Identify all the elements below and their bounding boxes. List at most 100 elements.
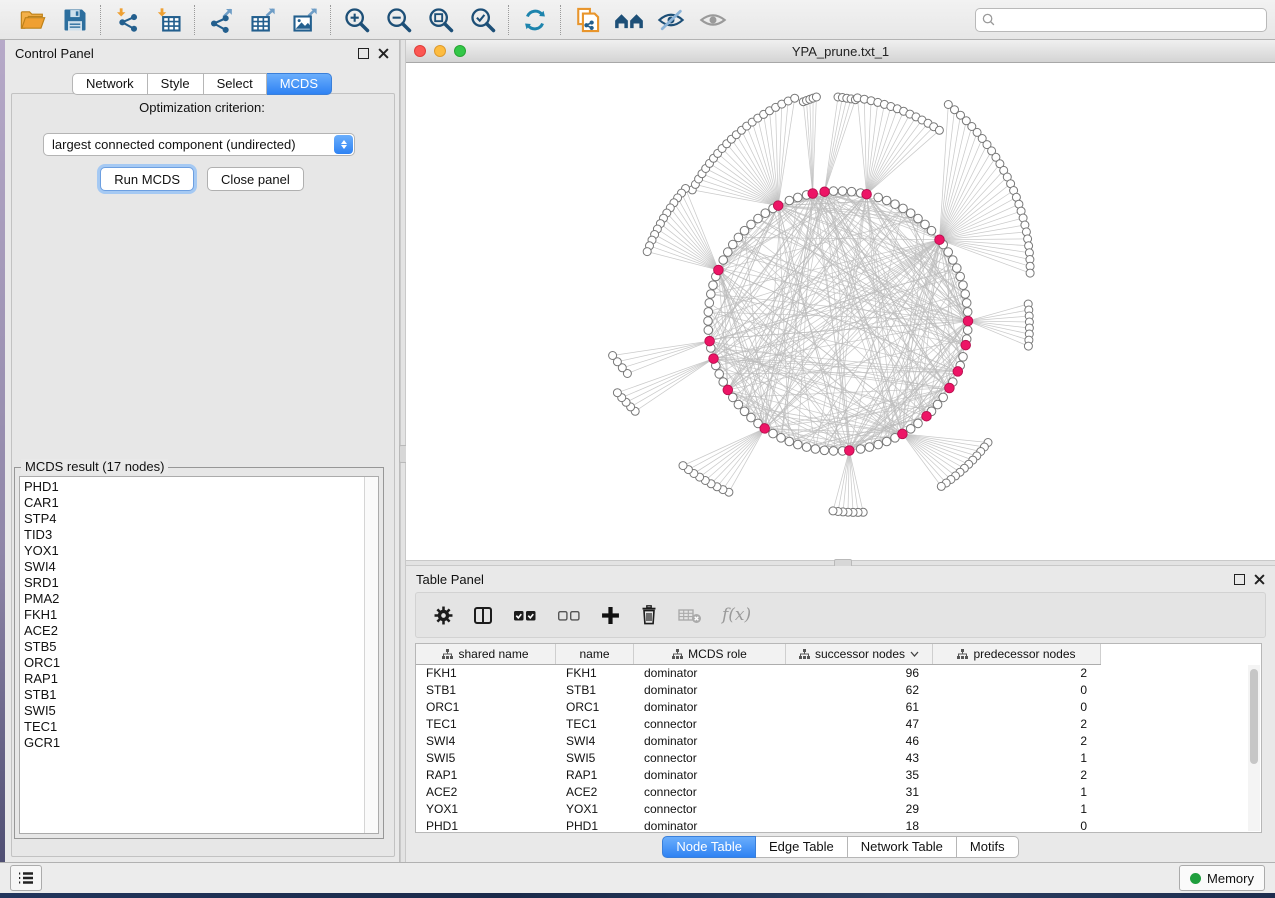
mcds-result-item[interactable]: STB1 — [20, 687, 364, 703]
network-node[interactable] — [704, 317, 713, 326]
table-row[interactable]: TEC1TEC1connector472 — [416, 716, 1261, 733]
add-column-button[interactable] — [601, 606, 620, 625]
mcds-result-item[interactable]: PMA2 — [20, 591, 364, 607]
table-row[interactable]: SWI4SWI4dominator462 — [416, 733, 1261, 750]
duplicate-network-button[interactable] — [571, 4, 603, 36]
optimization-criterion-dropdown[interactable]: largest connected component (undirected) — [43, 133, 355, 156]
network-node[interactable] — [785, 437, 794, 446]
mcds-hub-node[interactable] — [862, 189, 872, 199]
network-node[interactable] — [802, 443, 811, 452]
mcds-result-item[interactable]: STB5 — [20, 639, 364, 655]
network-node[interactable] — [643, 248, 651, 256]
column-header-shared-name[interactable]: shared name — [416, 644, 556, 664]
mcds-hub-node[interactable] — [808, 189, 818, 199]
column-header-predecessor-nodes[interactable]: predecessor nodes — [933, 644, 1101, 664]
mcds-result-item[interactable]: RAP1 — [20, 671, 364, 687]
mcds-result-item[interactable]: SRD1 — [20, 575, 364, 591]
zoom-out-button[interactable] — [383, 4, 415, 36]
tab-edge-table[interactable]: Edge Table — [756, 836, 848, 858]
network-node[interactable] — [812, 93, 820, 101]
network-node[interactable] — [856, 445, 865, 454]
table-row[interactable]: ACE2ACE2connector311 — [416, 784, 1261, 801]
network-node[interactable] — [709, 281, 718, 290]
export-image-button[interactable] — [289, 4, 321, 36]
import-network-button[interactable] — [111, 4, 143, 36]
mcds-result-item[interactable]: PHD1 — [20, 479, 364, 495]
mcds-hub-node[interactable] — [898, 429, 908, 439]
network-node[interactable] — [704, 326, 713, 335]
import-table-button[interactable] — [153, 4, 185, 36]
mcds-hub-node[interactable] — [723, 385, 733, 395]
table-row[interactable]: ORC1ORC1dominator610 — [416, 699, 1261, 716]
network-node[interactable] — [838, 187, 847, 196]
tab-node-table[interactable]: Node Table — [662, 836, 756, 858]
refresh-view-button[interactable] — [519, 4, 551, 36]
network-node[interactable] — [719, 256, 728, 265]
function-builder-button[interactable]: f(x) — [722, 605, 751, 625]
network-node[interactable] — [963, 308, 972, 317]
network-node[interactable] — [937, 482, 945, 490]
network-node[interactable] — [747, 413, 756, 422]
network-node[interactable] — [705, 299, 714, 308]
mcds-result-item[interactable]: STP4 — [20, 511, 364, 527]
table-row[interactable]: FKH1FKH1dominator962 — [416, 665, 1261, 682]
float-panel-icon[interactable] — [358, 48, 369, 59]
network-node[interactable] — [865, 443, 874, 452]
mcds-result-item[interactable]: ORC1 — [20, 655, 364, 671]
mcds-hub-node[interactable] — [820, 187, 830, 197]
mcds-result-item[interactable]: TEC1 — [20, 719, 364, 735]
mcds-result-item[interactable]: FKH1 — [20, 607, 364, 623]
mcds-hub-node[interactable] — [963, 316, 973, 326]
network-node[interactable] — [704, 308, 713, 317]
mcds-result-item[interactable]: SWI4 — [20, 559, 364, 575]
network-node[interactable] — [914, 419, 923, 428]
network-node[interactable] — [1026, 269, 1034, 277]
network-node[interactable] — [715, 370, 724, 379]
network-node[interactable] — [882, 196, 891, 205]
table-scrollbar-thumb[interactable] — [1250, 669, 1258, 764]
table-row[interactable]: YOX1YOX1connector291 — [416, 801, 1261, 818]
network-node[interactable] — [956, 272, 965, 281]
mcds-hub-node[interactable] — [714, 265, 724, 275]
network-node[interactable] — [811, 445, 820, 454]
zoom-selected-button[interactable] — [467, 4, 499, 36]
column-header-MCDS-role[interactable]: MCDS role — [634, 644, 786, 664]
network-canvas[interactable] — [406, 63, 1275, 560]
mcds-hub-node[interactable] — [961, 340, 971, 350]
split-columns-button[interactable] — [473, 606, 493, 625]
network-node[interactable] — [829, 187, 838, 196]
tab-style[interactable]: Style — [148, 73, 204, 95]
network-node[interactable] — [935, 126, 943, 134]
network-node[interactable] — [914, 214, 923, 223]
network-node[interactable] — [777, 434, 786, 443]
unselect-all-columns-button[interactable] — [557, 608, 581, 623]
network-node[interactable] — [729, 240, 738, 249]
network-node[interactable] — [761, 209, 770, 218]
close-panel-icon[interactable] — [1254, 574, 1265, 585]
close-panel-icon[interactable] — [378, 48, 389, 59]
mcds-result-item[interactable]: GCR1 — [20, 735, 364, 751]
search-input[interactable] — [1000, 12, 1260, 28]
export-table-button[interactable] — [247, 4, 279, 36]
delete-column-button[interactable] — [640, 605, 658, 625]
close-panel-button[interactable]: Close panel — [207, 167, 304, 191]
network-node[interactable] — [961, 290, 970, 299]
show-all-button[interactable] — [697, 4, 729, 36]
network-node[interactable] — [754, 214, 763, 223]
show-panels-button[interactable] — [10, 865, 42, 891]
mcds-result-item[interactable]: YOX1 — [20, 543, 364, 559]
network-node[interactable] — [734, 400, 743, 409]
network-node[interactable] — [882, 437, 891, 446]
network-titlebar[interactable]: YPA_prune.txt_1 — [406, 40, 1275, 63]
tab-motifs[interactable]: Motifs — [957, 836, 1019, 858]
network-node[interactable] — [874, 193, 883, 202]
network-node[interactable] — [609, 352, 617, 360]
network-node[interactable] — [829, 507, 837, 515]
mcds-hub-node[interactable] — [845, 446, 855, 456]
table-row[interactable]: PHD1PHD1dominator180 — [416, 818, 1261, 833]
tab-mcds[interactable]: MCDS — [267, 73, 332, 95]
network-node[interactable] — [921, 220, 930, 229]
network-node[interactable] — [891, 200, 900, 209]
table-row[interactable]: STB1STB1dominator620 — [416, 682, 1261, 699]
mcds-hub-node[interactable] — [760, 424, 770, 434]
